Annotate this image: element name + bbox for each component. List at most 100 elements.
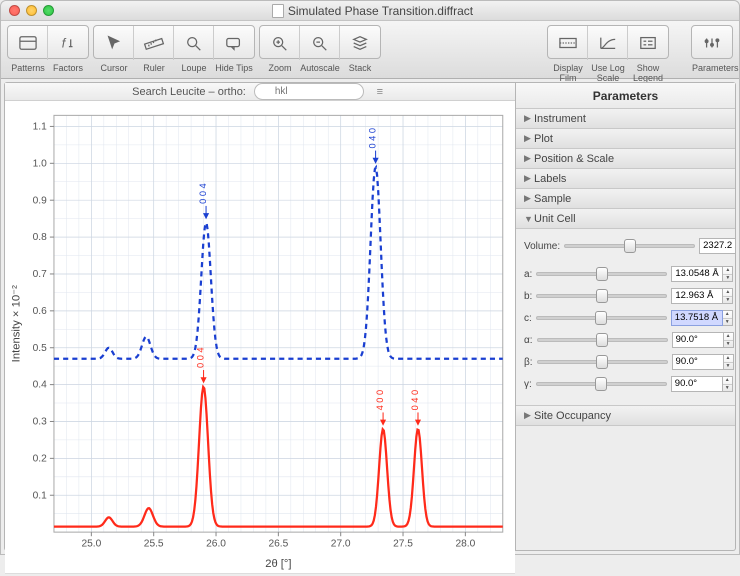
- disclosure-icon: ▶: [524, 193, 534, 204]
- param-c-value[interactable]: 13.7518 Å: [671, 310, 723, 326]
- params-icon: [700, 33, 724, 53]
- section-site-occupancy[interactable]: ▶Site Occupancy: [516, 406, 735, 426]
- patterns-icon: [16, 33, 40, 53]
- svg-text:26.0: 26.0: [206, 538, 226, 549]
- disclosure-icon: ▶: [524, 113, 534, 124]
- param-alpha-value[interactable]: 90.0°: [672, 332, 724, 348]
- stack-icon: [348, 33, 372, 53]
- section-labels[interactable]: ▶Labels: [516, 169, 735, 189]
- toolbar-label: Factors: [48, 63, 88, 73]
- film-icon: [556, 33, 580, 53]
- ruler-icon: [142, 33, 166, 53]
- svg-text:0.7: 0.7: [33, 269, 47, 280]
- svg-text:Intensity × 10⁻²: Intensity × 10⁻²: [10, 285, 22, 362]
- section-plot[interactable]: ▶Plot: [516, 129, 735, 149]
- log-icon: [596, 33, 620, 53]
- param-gamma: γ: 90.0° ▲▼: [524, 373, 727, 395]
- param-alpha-stepper[interactable]: ▲▼: [724, 332, 734, 348]
- param-b-value[interactable]: 12.963 Å: [671, 288, 723, 304]
- svg-text:1.1: 1.1: [33, 121, 47, 132]
- param-gamma-stepper[interactable]: ▲▼: [723, 376, 733, 392]
- disclosure-icon: ▶: [524, 133, 534, 144]
- document-icon: [272, 4, 284, 18]
- factors-icon: f: [56, 33, 80, 53]
- disclosure-icon: ▼: [524, 214, 534, 224]
- svg-text:26.5: 26.5: [268, 538, 288, 549]
- zoom-icon: [268, 33, 292, 53]
- toolbar-hide-tips-button[interactable]: [214, 26, 254, 60]
- toolbar-label: Autoscale: [300, 63, 340, 73]
- param-a: a: 13.0548 Å ▲▼: [524, 263, 727, 285]
- toolbar-label: Hide Tips: [214, 63, 254, 73]
- svg-text:0 4 0: 0 4 0: [410, 390, 420, 411]
- chart-pane: Search Leucite – ortho: ≡ 25.025.526.026…: [4, 82, 516, 551]
- toolbar-ruler-button[interactable]: [134, 26, 174, 60]
- param-label: β:: [524, 357, 533, 368]
- param-beta-slider[interactable]: [537, 360, 668, 364]
- toolbar-display-film-button[interactable]: [548, 26, 588, 60]
- param-a-stepper[interactable]: ▲▼: [723, 266, 733, 282]
- minimize-icon[interactable]: [26, 5, 37, 16]
- param-gamma-value[interactable]: 90.0°: [671, 376, 723, 392]
- toolbar-autoscale-button[interactable]: [300, 26, 340, 60]
- param-volume-value[interactable]: 2327.2 Å³: [699, 238, 735, 254]
- search-options-icon[interactable]: ≡: [372, 86, 388, 98]
- section-instrument[interactable]: ▶Instrument: [516, 109, 735, 129]
- toolbar-parameters-button[interactable]: [692, 26, 732, 60]
- param-label: Volume:: [524, 241, 560, 252]
- toolbar-zoom-button[interactable]: [260, 26, 300, 60]
- param-label: α:: [524, 335, 533, 346]
- param-b: b: 12.963 Å ▲▼: [524, 285, 727, 307]
- zoom-window-icon[interactable]: [43, 5, 54, 16]
- app-window: Simulated Phase Transition.diffract fPat…: [0, 0, 740, 555]
- toolbar-label: Stack: [340, 63, 380, 73]
- search-input[interactable]: [254, 83, 364, 100]
- chart-area[interactable]: 25.025.526.026.527.027.528.00.10.20.30.4…: [5, 101, 515, 573]
- svg-text:0 4 0: 0 4 0: [368, 128, 378, 149]
- section-sample[interactable]: ▶Sample: [516, 189, 735, 209]
- toolbar-factors-button[interactable]: f: [48, 26, 88, 60]
- param-beta-stepper[interactable]: ▲▼: [724, 354, 734, 370]
- toolbar-loupe-button[interactable]: [174, 26, 214, 60]
- param-label: a:: [524, 269, 532, 280]
- param-c-slider[interactable]: [536, 316, 667, 320]
- param-label: c:: [524, 313, 532, 324]
- param-c-stepper[interactable]: ▲▼: [723, 310, 733, 326]
- svg-text:0 0 4: 0 0 4: [198, 183, 208, 204]
- svg-text:0.5: 0.5: [33, 343, 47, 354]
- section-position-scale[interactable]: ▶Position & Scale: [516, 149, 735, 169]
- toolbar-patterns-button[interactable]: [8, 26, 48, 60]
- param-a-slider[interactable]: [536, 272, 667, 276]
- toolbar-show-legend-button[interactable]: [628, 26, 668, 60]
- param-b-slider[interactable]: [536, 294, 667, 298]
- toolbar-use-log-scale-button[interactable]: [588, 26, 628, 60]
- disclosure-icon: ▶: [524, 173, 534, 184]
- svg-text:0.6: 0.6: [33, 306, 47, 317]
- toolbar-label: Cursor: [94, 63, 134, 73]
- param-alpha-slider[interactable]: [537, 338, 668, 342]
- param-a-value[interactable]: 13.0548 Å: [671, 266, 723, 282]
- svg-text:27.0: 27.0: [331, 538, 351, 549]
- svg-text:f: f: [62, 37, 67, 51]
- svg-text:0.8: 0.8: [33, 232, 47, 243]
- section-unit-cell[interactable]: ▼Unit Cell: [516, 209, 735, 229]
- toolbar: fPatternsFactorsCursorRulerLoupeHide Tip…: [1, 21, 739, 79]
- cursor-icon: [102, 33, 126, 53]
- toolbar-cursor-button[interactable]: [94, 26, 134, 60]
- param-gamma-slider[interactable]: [536, 382, 667, 386]
- svg-text:2θ [°]: 2θ [°]: [265, 558, 291, 570]
- toolbar-stack-button[interactable]: [340, 26, 380, 60]
- svg-text:0 0 4: 0 0 4: [196, 347, 206, 368]
- param-b-stepper[interactable]: ▲▼: [723, 288, 733, 304]
- param-volume-slider[interactable]: [564, 244, 695, 248]
- chart-scrollbar-x[interactable]: [5, 573, 515, 574]
- param-alpha: α: 90.0° ▲▼: [524, 329, 727, 351]
- param-volume: Volume: 2327.2 Å³ ▲▼: [524, 235, 727, 257]
- param-beta-value[interactable]: 90.0°: [672, 354, 724, 370]
- svg-text:0.4: 0.4: [33, 380, 47, 391]
- svg-text:28.0: 28.0: [455, 538, 475, 549]
- close-icon[interactable]: [9, 5, 20, 16]
- svg-text:1.0: 1.0: [33, 158, 47, 169]
- toolbar-label: Ruler: [134, 63, 174, 73]
- toolbar-label: Loupe: [174, 63, 214, 73]
